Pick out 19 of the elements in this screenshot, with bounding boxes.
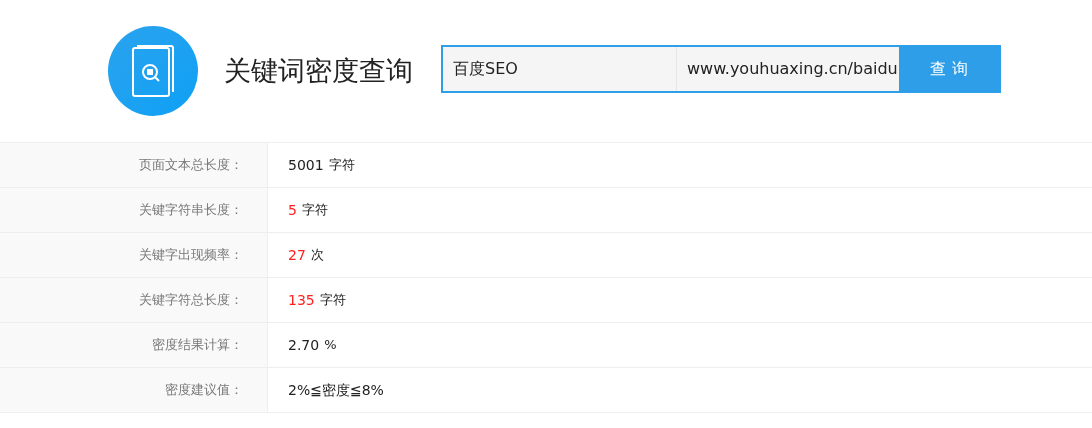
result-value: 135	[288, 290, 315, 310]
field-label: 关键字符串长度：	[139, 201, 243, 220]
page-title: 关键词密度查询	[224, 53, 413, 88]
result-value: 27	[288, 245, 306, 265]
unit-label: 字符	[328, 156, 355, 175]
field-label: 密度建议值：	[165, 381, 243, 400]
document-search-icon	[131, 44, 175, 98]
result-value: 2%≦密度≦8%	[288, 380, 384, 400]
field-label: 关键字符总长度：	[139, 291, 243, 310]
field-label: 密度结果计算：	[152, 336, 243, 355]
field-label: 关键字出现频率：	[139, 246, 243, 265]
result-value: 5	[288, 200, 297, 220]
unit-label: 字符	[301, 201, 328, 220]
field-label: 页面文本总长度：	[139, 156, 243, 175]
unit-label: 字符	[319, 291, 346, 310]
unit-label: 次	[310, 246, 324, 265]
result-value: 2.70	[288, 335, 320, 355]
unit-label: %	[324, 336, 337, 355]
result-value: 5001	[288, 155, 324, 175]
